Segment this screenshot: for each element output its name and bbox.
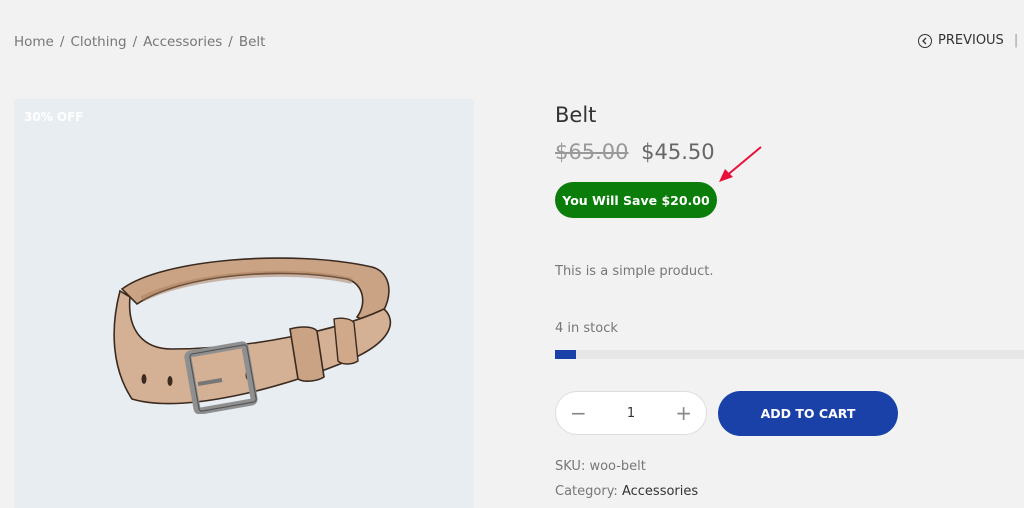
quantity-decrease-button[interactable]: − [570,403,587,423]
category-link[interactable]: Accessories [622,484,698,499]
stock-progress-fill [555,350,577,359]
product-price: $65.00 $45.50 [555,140,715,164]
regular-price: $65.00 [555,140,629,164]
stock-status: 4 in stock [555,321,618,336]
stock-progress-bar [555,350,1024,359]
breadcrumb: Home / Clothing / Accessories / Belt [14,34,265,50]
breadcrumb-current: Belt [238,34,266,50]
breadcrumb-separator: / [59,34,65,50]
breadcrumb-clothing[interactable]: Clothing [70,34,126,50]
savings-badge: You Will Save $20.00 [555,182,717,218]
quantity-input[interactable] [611,405,651,421]
product-gallery[interactable]: 30% OFF [14,99,474,508]
arrow-annotation-icon [719,146,762,182]
quantity-increase-button[interactable]: + [675,403,692,423]
breadcrumb-home[interactable]: Home [14,34,54,50]
breadcrumb-separator: / [228,34,233,50]
nav-divider: | [1013,33,1019,48]
belt-product-image[interactable] [102,249,402,414]
chevron-left-icon [918,33,932,48]
add-to-cart-button[interactable]: ADD TO CART [718,391,898,436]
product-title: Belt [555,103,597,127]
category-label: Category: [555,484,618,499]
previous-label: PREVIOUS [938,33,1004,48]
product-category: Category: Accessories [555,484,698,499]
breadcrumb-separator: / [132,34,138,50]
breadcrumb-accessories[interactable]: Accessories [143,34,222,50]
product-navigation: PREVIOUS | N [918,33,1024,48]
quantity-stepper: − + [555,391,707,435]
short-description: This is a simple product. [555,264,714,279]
previous-product-link[interactable]: PREVIOUS [918,33,1004,48]
sale-badge: 30% OFF [24,110,84,124]
product-sku: SKU: woo-belt [555,459,646,474]
sale-price: $45.50 [641,140,715,164]
